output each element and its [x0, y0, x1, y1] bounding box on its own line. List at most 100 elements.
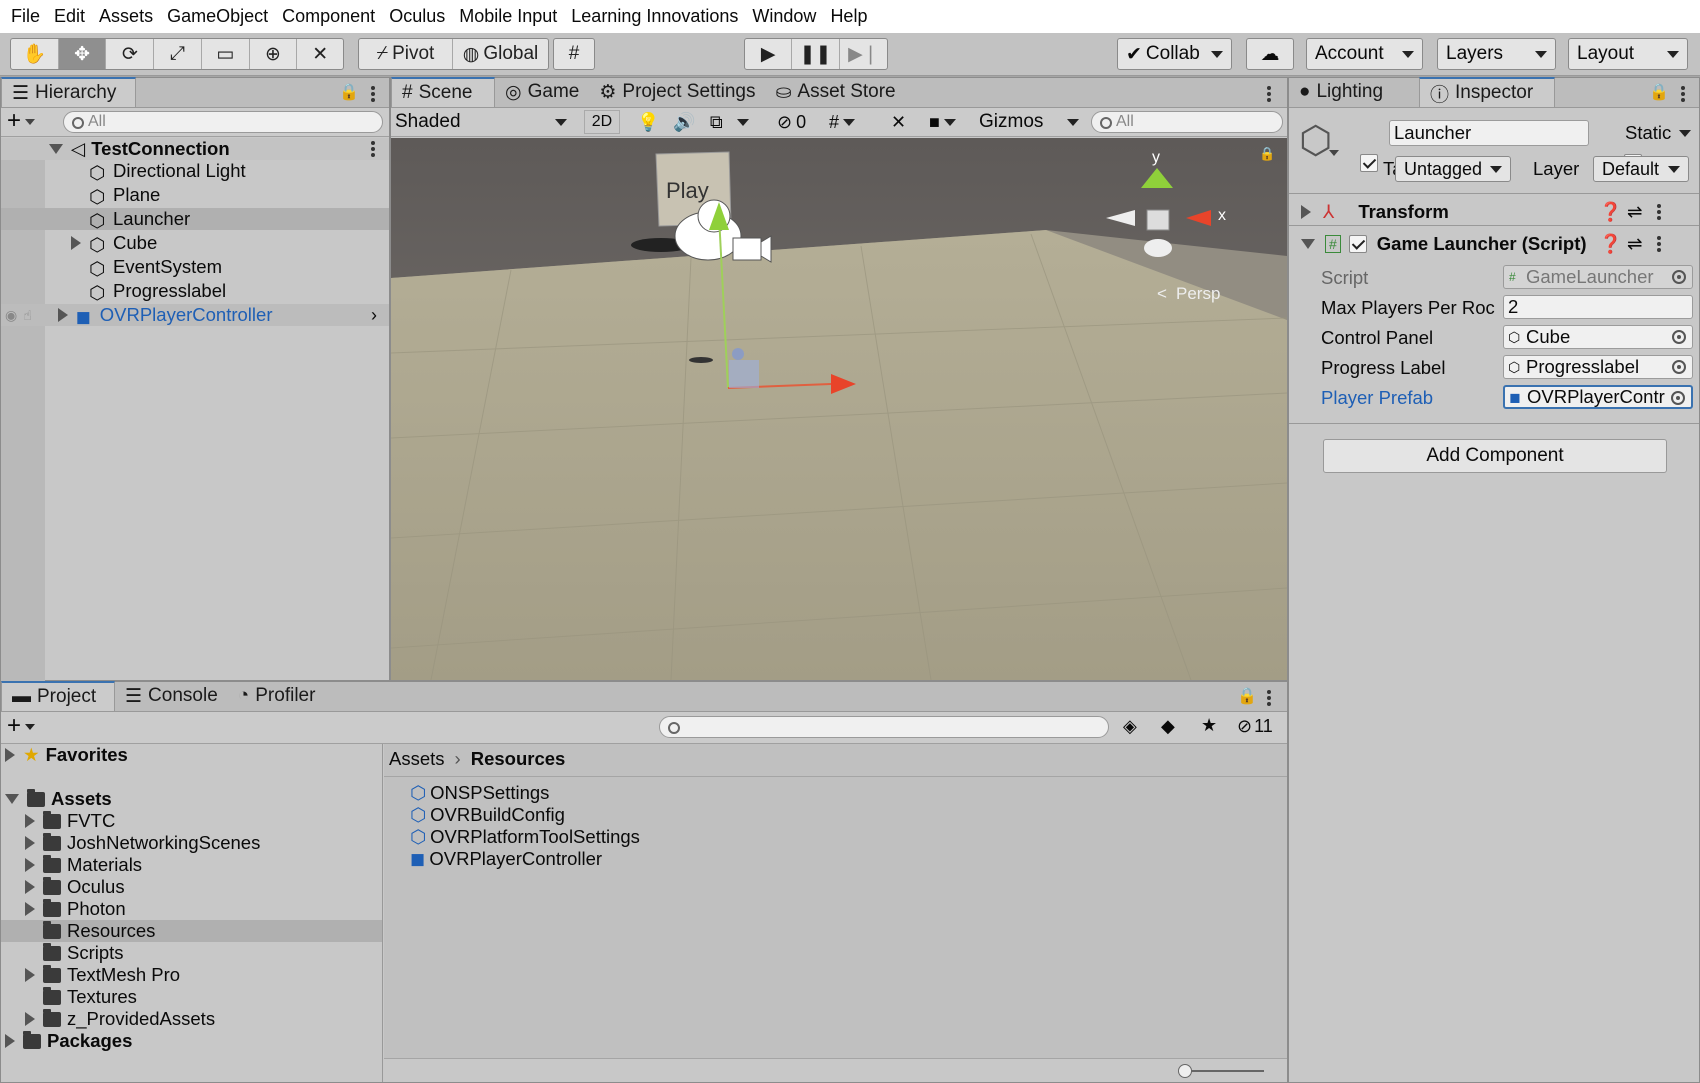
tree-item-packages[interactable]: Packages — [5, 1030, 132, 1052]
icon-size-slider-thumb[interactable] — [1178, 1064, 1192, 1078]
tab-console[interactable]: ☰ Console — [115, 681, 228, 711]
tree-item-oculus[interactable]: Oculus — [25, 876, 125, 898]
menu-file[interactable]: File — [4, 0, 47, 33]
menu-assets[interactable]: Assets — [92, 0, 160, 33]
game-launcher-component-header[interactable]: # Game Launcher (Script) ❓ ⇌ — [1301, 233, 1697, 255]
eye-icon[interactable]: ◉ — [5, 307, 17, 324]
chevron-down-icon[interactable] — [1329, 150, 1339, 156]
expand-icon[interactable] — [71, 236, 81, 250]
grid-toggle[interactable]: # — [829, 110, 885, 134]
kebab-menu-icon[interactable] — [1681, 92, 1685, 96]
grid-snap-button[interactable]: # — [554, 39, 594, 69]
tab-project-settings[interactable]: ⚙ Project Settings — [589, 77, 765, 107]
tree-item-materials[interactable]: Materials — [25, 854, 142, 876]
audio-icon[interactable]: 🔊 — [673, 112, 695, 133]
expand-icon[interactable] — [25, 902, 35, 916]
collab-dropdown[interactable]: ✔ Collab — [1117, 38, 1232, 70]
hierarchy-search-input[interactable]: All — [63, 111, 383, 133]
rotate-tool-button[interactable]: ⟳ — [106, 39, 155, 69]
tree-item-photon[interactable]: Photon — [25, 898, 126, 920]
control-panel-field[interactable]: ⬡ Cube — [1503, 325, 1693, 349]
help-icon[interactable]: ❓ — [1599, 201, 1622, 223]
tree-item-fvtc[interactable]: FVTC — [25, 810, 115, 832]
menu-oculus[interactable]: Oculus — [382, 0, 452, 33]
scene-row[interactable]: ◁ TestConnection — [1, 138, 389, 160]
add-icon[interactable]: + — [7, 108, 21, 134]
label-icon[interactable]: ◆ — [1161, 716, 1175, 737]
lock-icon[interactable]: 🔒 — [1259, 146, 1275, 162]
tools-toggle[interactable]: ✕ — [891, 110, 921, 134]
tab-scene[interactable]: # Scene — [391, 77, 495, 107]
object-picker-icon[interactable] — [1672, 360, 1686, 374]
tree-item-z-providedassets[interactable]: z_ProvidedAssets — [25, 1008, 215, 1030]
menu-mobile-input[interactable]: Mobile Input — [452, 0, 564, 33]
object-picker-icon[interactable] — [1671, 391, 1685, 405]
add-component-button[interactable]: Add Component — [1323, 439, 1667, 473]
chevron-down-icon[interactable] — [25, 724, 35, 730]
hierarchy-item-cube[interactable]: ⬡ Cube — [71, 232, 157, 255]
lock-icon[interactable]: 🔒 — [1649, 82, 1669, 102]
effects-icon[interactable]: ⧉ — [710, 112, 723, 133]
shading-mode-dropdown[interactable]: Shaded — [395, 110, 567, 134]
menu-gameobject[interactable]: GameObject — [160, 0, 275, 33]
pick-icon[interactable]: ☝ — [23, 307, 32, 324]
menu-edit[interactable]: Edit — [47, 0, 92, 33]
lighting-icon[interactable]: 💡 — [637, 112, 659, 133]
lock-icon[interactable]: 🔒 — [339, 82, 359, 102]
hand-tool-button[interactable]: ✋ — [11, 39, 59, 69]
hierarchy-item-progresslabel[interactable]: ⬡ Progresslabel — [89, 280, 226, 303]
hierarchy-item-plane[interactable]: ⬡ Plane — [89, 184, 160, 207]
object-name-field[interactable]: Launcher — [1389, 120, 1589, 146]
expand-icon[interactable] — [5, 1034, 15, 1048]
hidden-objects-toggle[interactable]: ⊘ 0 — [777, 110, 827, 134]
asset-onspsettings[interactable]: ⬡ ONSPSettings — [410, 782, 549, 804]
move-tool-button[interactable]: ✥ — [58, 39, 107, 69]
layers-dropdown[interactable]: Layers — [1437, 38, 1556, 70]
kebab-menu-icon[interactable] — [371, 147, 375, 151]
transform-component-header[interactable]: ⅄ Transform ❓ ⇌ — [1301, 201, 1697, 223]
help-icon[interactable]: ❓ — [1599, 233, 1622, 255]
static-dropdown[interactable]: Static — [1625, 122, 1692, 144]
menu-window[interactable]: Window — [745, 0, 823, 33]
collapse-icon[interactable] — [1301, 239, 1315, 249]
rect-tool-button[interactable]: ▭ — [202, 39, 250, 69]
2d-toggle[interactable]: 2D — [584, 110, 620, 134]
asset-ovrplatformtoolsettings[interactable]: ⬡ OVRPlatformToolSettings — [410, 826, 640, 848]
step-button[interactable]: ▶❘ — [840, 39, 887, 69]
breadcrumb-resources[interactable]: Resources — [471, 748, 566, 770]
expand-icon[interactable] — [1301, 205, 1311, 219]
max-players-input[interactable]: 2 — [1503, 295, 1693, 319]
kebab-menu-icon[interactable] — [1657, 242, 1661, 246]
hierarchy-item-ovrplayercontroller[interactable]: ◉ ☝ ◼ OVRPlayerController › — [1, 304, 389, 327]
expand-icon[interactable] — [5, 748, 15, 762]
project-search-input[interactable] — [659, 716, 1109, 738]
tab-game[interactable]: ◎ Game — [495, 77, 589, 107]
hierarchy-item-directional-light[interactable]: ⬡ Directional Light — [89, 160, 246, 183]
asset-ovrbuildconfig[interactable]: ⬡ OVRBuildConfig — [410, 804, 565, 826]
scene-search-input[interactable]: All — [1091, 111, 1283, 133]
star-icon[interactable]: ★ — [1201, 715, 1217, 736]
object-picker-icon[interactable] — [1672, 330, 1686, 344]
preset-icon[interactable]: ⇌ — [1627, 201, 1643, 223]
play-button[interactable]: ▶ — [745, 39, 793, 69]
gizmos-dropdown[interactable]: Gizmos — [979, 110, 1079, 134]
hidden-packages-toggle[interactable]: ⊘ 11 — [1237, 716, 1273, 737]
progress-label-field[interactable]: ⬡ Progresslabel — [1503, 355, 1693, 379]
camera-dropdown[interactable]: ■ — [929, 110, 977, 134]
kebab-menu-icon[interactable] — [371, 92, 375, 96]
kebab-menu-icon[interactable] — [1267, 696, 1271, 700]
expand-icon[interactable] — [49, 144, 63, 154]
tree-item-joshnetworkingscenes[interactable]: JoshNetworkingScenes — [25, 832, 260, 854]
player-prefab-field[interactable]: ◼ OVRPlayerContr — [1503, 385, 1693, 409]
expand-icon[interactable] — [25, 1012, 35, 1026]
kebab-menu-icon[interactable] — [1657, 210, 1661, 214]
layout-dropdown[interactable]: Layout — [1568, 38, 1688, 70]
chevron-right-icon[interactable]: › — [371, 305, 377, 326]
asset-ovrplayercontroller[interactable]: ◼ OVRPlayerController — [410, 848, 602, 870]
kebab-menu-icon[interactable] — [1267, 92, 1271, 96]
layer-dropdown[interactable]: Default — [1593, 156, 1689, 182]
tab-project[interactable]: ▬ Project — [1, 681, 115, 711]
pivot-button[interactable]: ⌿ Pivot — [359, 39, 454, 69]
tab-lighting[interactable]: ● Lighting — [1289, 77, 1419, 107]
menu-component[interactable]: Component — [275, 0, 382, 33]
